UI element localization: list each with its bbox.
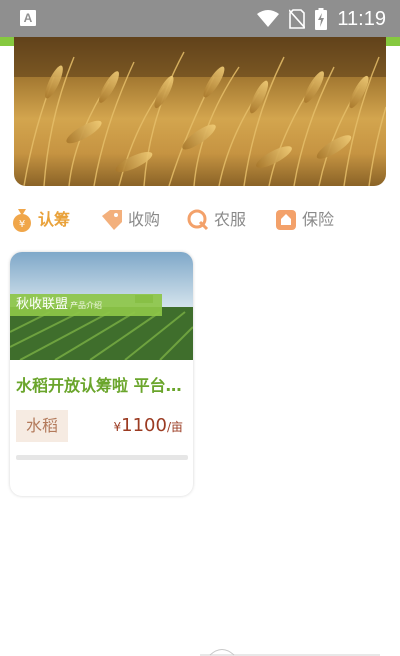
caption-subtitle: 产品介绍 xyxy=(70,301,103,310)
category-tabs: ¥ 认筹 收购 农服 保险 xyxy=(10,205,390,235)
price-currency: ¥ xyxy=(113,420,122,434)
tab-insurance[interactable]: 保险 xyxy=(274,205,334,235)
product-tag: 水稻 xyxy=(16,410,68,442)
status-bar: A 11:19 xyxy=(0,0,400,37)
notification-app-icon: A xyxy=(20,10,36,26)
product-image-caption: 秋收联盟 产品介绍 xyxy=(10,294,162,316)
battery-charging-icon xyxy=(315,8,328,30)
product-card[interactable]: 秋收联盟 产品介绍 水稻开放认筹啦 平台… 水稻 ¥ 1100 /亩 xyxy=(10,252,193,496)
insurance-icon xyxy=(276,210,296,230)
status-time: 11:19 xyxy=(337,8,386,30)
status-icons: 11:19 xyxy=(257,6,386,32)
tab-insurance-label: 保险 xyxy=(302,210,335,229)
caption-title: 秋收联盟 xyxy=(16,297,69,312)
money-bag-icon: ¥ xyxy=(13,209,31,232)
product-title: 水稻开放认筹啦 平台… xyxy=(16,376,182,395)
tab-purchase[interactable]: 收购 xyxy=(100,205,160,235)
price-value: 1100 xyxy=(121,415,167,436)
tab-farm-service[interactable]: 农服 xyxy=(186,205,246,235)
product-price: ¥ 1100 /亩 xyxy=(114,415,184,437)
tab-purchase-label: 收购 xyxy=(128,210,161,229)
no-sim-icon xyxy=(289,9,306,29)
svg-text:¥: ¥ xyxy=(19,219,25,230)
product-image: 秋收联盟 产品介绍 xyxy=(10,252,193,360)
wifi-icon xyxy=(257,10,280,27)
tag-icon xyxy=(102,210,122,230)
banner-image[interactable] xyxy=(14,37,386,186)
tab-subscribe-label: 认筹 xyxy=(38,210,71,229)
service-icon xyxy=(187,209,209,231)
bottom-decoration-icon xyxy=(200,649,380,656)
tab-farm-service-label: 农服 xyxy=(214,210,247,229)
price-unit: /亩 xyxy=(166,420,183,434)
wheat-illustration xyxy=(14,37,386,186)
progress-bar xyxy=(16,455,188,460)
tab-subscribe[interactable]: ¥ 认筹 xyxy=(10,205,70,235)
